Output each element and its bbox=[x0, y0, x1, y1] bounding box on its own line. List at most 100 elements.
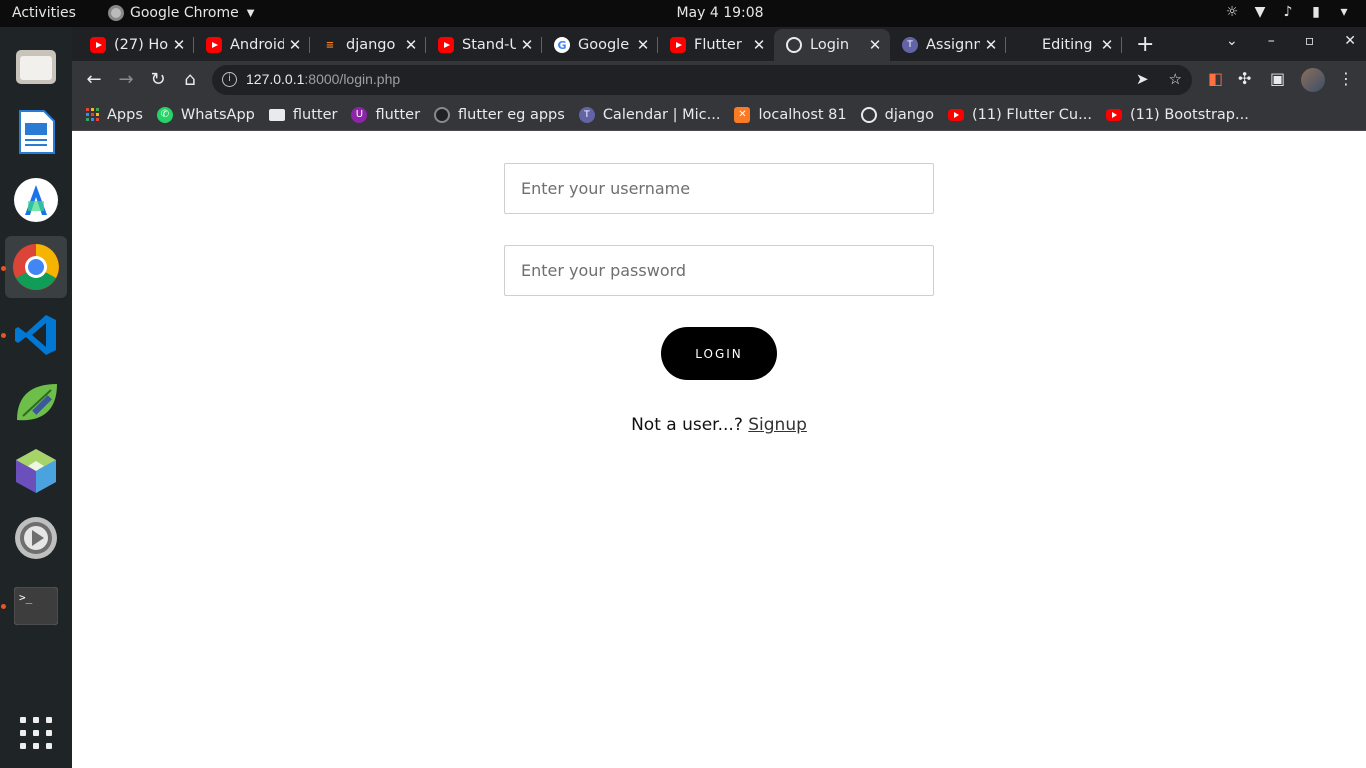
close-window-icon[interactable]: ✕ bbox=[1344, 33, 1356, 49]
bookmark-label: localhost 81 bbox=[758, 106, 847, 123]
chrome-icon bbox=[13, 244, 59, 290]
tab-django[interactable]: ≡ django ✕ bbox=[310, 29, 426, 61]
tab-youtube-how[interactable]: (27) How ✕ bbox=[78, 29, 194, 61]
dock-virtualbox[interactable] bbox=[5, 440, 67, 502]
svg-text:>_: >_ bbox=[19, 591, 33, 604]
tab-title: Login bbox=[810, 37, 850, 53]
dock-files[interactable] bbox=[5, 35, 67, 97]
bookmark-label: django bbox=[884, 106, 935, 123]
close-tab-icon[interactable]: ✕ bbox=[868, 36, 882, 54]
window-controls: ⌄ – ▫ ✕ bbox=[1226, 33, 1356, 49]
close-tab-icon[interactable]: ✕ bbox=[288, 36, 302, 54]
youtube-icon bbox=[90, 37, 106, 53]
bookmark-localhost[interactable]: ✕ localhost 81 bbox=[734, 106, 847, 123]
tab-google[interactable]: G Google ✕ bbox=[542, 29, 658, 61]
tab-android[interactable]: Android ✕ bbox=[194, 29, 310, 61]
apps-grid-icon bbox=[86, 108, 99, 121]
youtube-icon bbox=[1105, 108, 1122, 121]
tab-flutter[interactable]: Flutter ✕ bbox=[658, 29, 774, 61]
system-top-bar: Activities Google Chrome ▼ May 4 19:08 ☼… bbox=[0, 0, 1366, 27]
document-writer-icon bbox=[19, 110, 55, 154]
battery-icon[interactable]: ▮ bbox=[1308, 4, 1324, 20]
bookmark-django[interactable]: django bbox=[860, 106, 935, 123]
bookmark-label: flutter bbox=[292, 106, 338, 123]
bookmark-bootstrap[interactable]: (11) Bootstrap... bbox=[1105, 107, 1249, 123]
extensions-puzzle-icon[interactable]: ✣ bbox=[1238, 69, 1251, 88]
tab-editing[interactable]: Editing ✕ bbox=[1006, 29, 1122, 61]
dock-android-studio[interactable] bbox=[5, 169, 67, 231]
bookmark-flutter[interactable]: U flutter bbox=[351, 106, 420, 123]
brightness-icon[interactable]: ☼ bbox=[1224, 4, 1240, 20]
bookmark-calendar[interactable]: T Calendar | Mic... bbox=[578, 106, 721, 123]
tab-assignment[interactable]: T Assignment ✕ bbox=[890, 29, 1006, 61]
new-tab-button[interactable]: + bbox=[1136, 32, 1154, 57]
power-menu-icon[interactable]: ▾ bbox=[1336, 4, 1352, 20]
extension-icon[interactable]: ◧ bbox=[1208, 69, 1223, 88]
bookmark-apps[interactable]: Apps bbox=[86, 107, 143, 123]
bookmark-flutter-eg-apps[interactable]: flutter eg apps bbox=[434, 106, 565, 123]
side-panel-icon[interactable]: ▣ bbox=[1270, 69, 1285, 88]
blank-page-icon bbox=[1018, 37, 1034, 53]
leaf-editor-icon bbox=[17, 384, 57, 421]
site-info-icon[interactable]: i bbox=[222, 72, 237, 87]
bookmark-whatsapp[interactable]: ✆ WhatsApp bbox=[156, 106, 255, 123]
browser-toolbar: ← → ↻ ⌂ i 127.0.0.1:8000/login.php ➤ ☆ ◧… bbox=[72, 61, 1366, 99]
tab-login[interactable]: Login ✕ bbox=[774, 29, 890, 61]
chrome-menu-icon[interactable]: ⋮ bbox=[1338, 69, 1354, 88]
signup-link[interactable]: Signup bbox=[748, 415, 807, 435]
url-text[interactable]: 127.0.0.1:8000/login.php bbox=[246, 71, 400, 87]
vscode-icon bbox=[15, 315, 56, 355]
address-bar[interactable]: i 127.0.0.1:8000/login.php ➤ ☆ bbox=[212, 65, 1192, 95]
dock-vscode[interactable] bbox=[5, 304, 67, 366]
dock-writer[interactable] bbox=[5, 101, 67, 163]
flutter-icon: U bbox=[351, 106, 368, 123]
maximize-icon[interactable]: ▫ bbox=[1305, 33, 1315, 49]
send-icon[interactable]: ➤ bbox=[1136, 70, 1149, 88]
bookmark-label: (11) Flutter Cu... bbox=[972, 106, 1092, 123]
android-studio-icon bbox=[14, 178, 58, 222]
forward-icon[interactable]: → bbox=[114, 69, 138, 90]
youtube-icon bbox=[438, 37, 454, 53]
dock-text-editor[interactable] bbox=[5, 372, 67, 434]
login-button[interactable]: LOGIN bbox=[661, 327, 777, 380]
tab-title: (27) How bbox=[114, 37, 168, 53]
reload-icon[interactable]: ↻ bbox=[146, 69, 170, 90]
close-tab-icon[interactable]: ✕ bbox=[404, 36, 418, 54]
tab-search-icon[interactable]: ⌄ bbox=[1226, 33, 1238, 49]
tab-title: Assignment bbox=[926, 37, 980, 53]
chrome-window: (27) How ✕ Android ✕ ≡ django ✕ Stand-Up… bbox=[72, 27, 1366, 768]
close-tab-icon[interactable]: ✕ bbox=[752, 36, 766, 54]
wifi-icon[interactable]: ▼ bbox=[1252, 4, 1268, 20]
tab-standup[interactable]: Stand-Up ✕ bbox=[426, 29, 542, 61]
tab-title: Flutter bbox=[694, 37, 742, 53]
home-icon[interactable]: ⌂ bbox=[178, 69, 202, 90]
volume-icon[interactable]: ♪ bbox=[1280, 4, 1296, 20]
back-icon[interactable]: ← bbox=[82, 69, 106, 90]
close-tab-icon[interactable]: ✕ bbox=[172, 36, 186, 54]
dock-terminal[interactable]: >_ bbox=[5, 575, 67, 637]
bookmark-star-icon[interactable]: ☆ bbox=[1169, 70, 1182, 88]
dock-settings[interactable] bbox=[5, 507, 67, 569]
dock-chrome[interactable] bbox=[5, 236, 67, 298]
clock[interactable]: May 4 19:08 bbox=[0, 5, 1366, 21]
password-input[interactable] bbox=[504, 245, 934, 296]
username-input[interactable] bbox=[504, 163, 934, 214]
close-tab-icon[interactable]: ✕ bbox=[636, 36, 650, 54]
close-tab-icon[interactable]: ✕ bbox=[984, 36, 998, 54]
bookmark-label: Calendar | Mic... bbox=[602, 106, 721, 123]
files-icon bbox=[16, 50, 56, 84]
tab-strip: (27) How ✕ Android ✕ ≡ django ✕ Stand-Up… bbox=[72, 27, 1366, 61]
system-tray[interactable]: ☼ ▼ ♪ ▮ ▾ bbox=[1224, 4, 1352, 20]
profile-avatar[interactable] bbox=[1301, 68, 1325, 92]
bookmark-flutter-folder[interactable]: flutter bbox=[268, 106, 338, 123]
bookmark-label: Apps bbox=[107, 106, 143, 123]
signup-prompt: Not a user...? Signup bbox=[72, 415, 1366, 435]
minimize-icon[interactable]: – bbox=[1268, 33, 1275, 49]
signup-prompt-text: Not a user...? bbox=[631, 415, 743, 435]
close-tab-icon[interactable]: ✕ bbox=[1100, 36, 1114, 54]
close-tab-icon[interactable]: ✕ bbox=[520, 36, 534, 54]
bookmark-flutter-course[interactable]: (11) Flutter Cu... bbox=[948, 107, 1092, 123]
cube-app-icon bbox=[16, 449, 56, 493]
show-applications-icon[interactable] bbox=[20, 717, 52, 749]
folder-icon bbox=[268, 108, 285, 121]
